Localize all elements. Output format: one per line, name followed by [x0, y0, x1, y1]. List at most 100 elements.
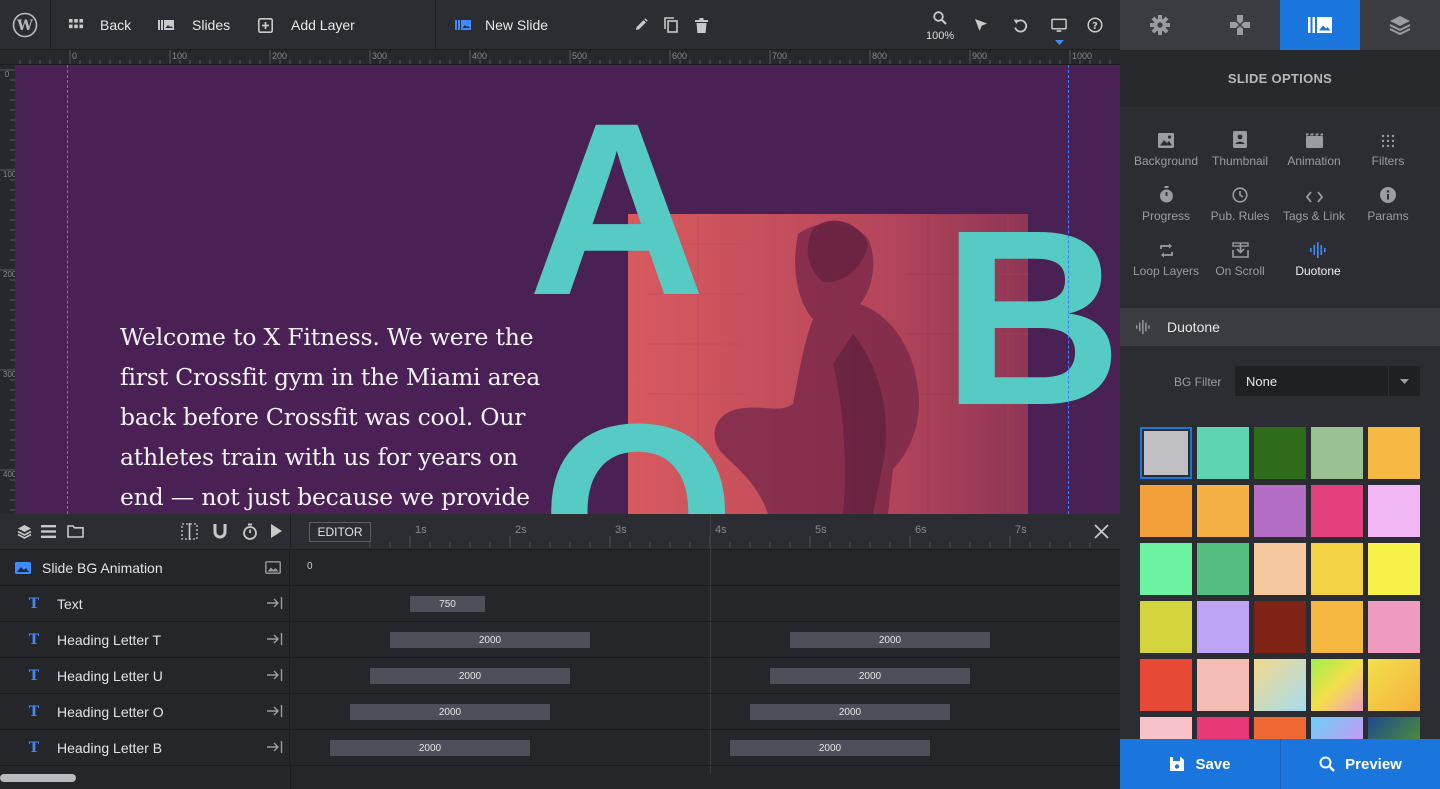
- save-button[interactable]: Save: [1120, 739, 1280, 789]
- duotone-swatch[interactable]: [1140, 601, 1192, 653]
- back-button[interactable]: Back: [68, 0, 131, 50]
- duotone-swatch[interactable]: [1140, 427, 1192, 479]
- jump-to-icon[interactable]: [267, 705, 283, 717]
- option-on-scroll[interactable]: On Scroll: [1203, 236, 1277, 286]
- duotone-swatch[interactable]: [1368, 717, 1420, 739]
- welcome-text-layer[interactable]: Welcome to X Fitness. We were the first …: [120, 317, 550, 514]
- help-button[interactable]: ?: [1087, 0, 1103, 50]
- duotone-swatch[interactable]: [1368, 485, 1420, 537]
- timeline-row-heading-letter-t[interactable]: T Heading Letter T 2000 2000: [0, 622, 1120, 658]
- rename-slide-button[interactable]: [633, 0, 649, 50]
- tab-layers[interactable]: [1360, 0, 1440, 50]
- layers-icon: [17, 525, 32, 539]
- folder-button[interactable]: [67, 524, 84, 538]
- option-label: Loop Layers: [1132, 264, 1200, 278]
- option-progress[interactable]: Progress: [1129, 181, 1203, 231]
- jump-to-icon[interactable]: [267, 741, 283, 753]
- slide-icon: [455, 17, 471, 33]
- tab-slide-options[interactable]: [1280, 0, 1360, 50]
- select-tool-button[interactable]: [973, 0, 989, 50]
- duotone-swatch[interactable]: [1368, 659, 1420, 711]
- slides-button[interactable]: Slides: [158, 0, 230, 50]
- duotone-swatch[interactable]: [1140, 717, 1192, 739]
- option-tags-link[interactable]: Tags & Link: [1277, 181, 1351, 231]
- animation-in-bar[interactable]: 2000: [390, 632, 590, 648]
- heading-letter-o[interactable]: O: [541, 387, 735, 515]
- option-background[interactable]: Background: [1129, 126, 1203, 176]
- jump-to-icon[interactable]: [267, 597, 283, 609]
- duotone-swatch[interactable]: [1254, 543, 1306, 595]
- close-timeline-button[interactable]: [1093, 523, 1110, 540]
- duotone-swatch[interactable]: [1140, 659, 1192, 711]
- bg-filter-select[interactable]: None: [1235, 366, 1420, 396]
- list-view-button[interactable]: [41, 525, 56, 538]
- duotone-swatch[interactable]: [1311, 717, 1363, 739]
- bg-filter-label: BG Filter: [1174, 375, 1222, 389]
- option-filters[interactable]: Filters: [1351, 126, 1425, 176]
- speed-button[interactable]: [242, 523, 258, 540]
- heading-letter-a[interactable]: A: [528, 87, 706, 333]
- duotone-swatch[interactable]: [1311, 659, 1363, 711]
- duotone-swatch[interactable]: [1311, 543, 1363, 595]
- duotone-swatch[interactable]: [1311, 485, 1363, 537]
- animation-out-bar[interactable]: 2000: [750, 704, 950, 720]
- timeline-row-heading-letter-o[interactable]: T Heading Letter O 2000 2000: [0, 694, 1120, 730]
- duotone-swatch[interactable]: [1197, 543, 1249, 595]
- split-view-button[interactable]: [181, 523, 198, 540]
- timeline-row-slide-bg[interactable]: Slide BG Animation 0: [0, 550, 1120, 586]
- duotone-section-header[interactable]: Duotone: [1120, 308, 1440, 346]
- duotone-swatch[interactable]: [1197, 717, 1249, 739]
- layers-toggle-button[interactable]: [17, 524, 32, 539]
- add-layer-button[interactable]: Add Layer: [257, 0, 355, 50]
- timeline-horizontal-scrollbar[interactable]: [0, 774, 76, 782]
- heading-letter-b[interactable]: B: [942, 193, 1120, 443]
- duotone-swatch[interactable]: [1197, 485, 1249, 537]
- duotone-swatch[interactable]: [1368, 543, 1420, 595]
- wordpress-logo-button[interactable]: W: [12, 0, 38, 50]
- option-thumbnail[interactable]: Thumbnail: [1203, 126, 1277, 176]
- tab-navigation[interactable]: [1200, 0, 1280, 50]
- option-animation[interactable]: Animation: [1277, 126, 1351, 176]
- duotone-swatch[interactable]: [1197, 659, 1249, 711]
- bg-image-icon[interactable]: [265, 561, 281, 574]
- timeline-row-heading-letter-u[interactable]: T Heading Letter U 2000 2000: [0, 658, 1120, 694]
- animation-out-bar[interactable]: 2000: [730, 740, 930, 756]
- duotone-swatch[interactable]: [1197, 427, 1249, 479]
- preview-button[interactable]: Preview: [1280, 739, 1440, 789]
- animation-out-bar[interactable]: 2000: [790, 632, 990, 648]
- slide-canvas[interactable]: A B O Welcome to X Fitness. We were the …: [15, 65, 1120, 514]
- duotone-swatch[interactable]: [1254, 717, 1306, 739]
- option-params[interactable]: Params: [1351, 181, 1425, 231]
- animation-bar[interactable]: 750: [410, 596, 485, 612]
- current-slide-selector[interactable]: New Slide: [455, 0, 548, 50]
- timeline-row-heading-letter-b[interactable]: T Heading Letter B 2000 2000: [0, 730, 1120, 766]
- option-loop-layers[interactable]: Loop Layers: [1129, 236, 1203, 286]
- animation-in-bar[interactable]: 2000: [370, 668, 570, 684]
- time-tick-label: 7s: [1015, 524, 1027, 536]
- duotone-swatch[interactable]: [1311, 427, 1363, 479]
- duotone-swatch[interactable]: [1254, 659, 1306, 711]
- animation-in-bar[interactable]: 2000: [350, 704, 550, 720]
- delete-slide-button[interactable]: [693, 0, 709, 50]
- duotone-swatch[interactable]: [1254, 601, 1306, 653]
- jump-to-icon[interactable]: [267, 633, 283, 645]
- tab-general-settings[interactable]: [1120, 0, 1200, 50]
- animation-in-bar[interactable]: 2000: [330, 740, 530, 756]
- undo-button[interactable]: [1012, 0, 1028, 50]
- duotone-swatch[interactable]: [1140, 543, 1192, 595]
- duotone-swatch[interactable]: [1197, 601, 1249, 653]
- duotone-swatch[interactable]: [1368, 601, 1420, 653]
- option-duotone[interactable]: Duotone: [1281, 236, 1355, 286]
- animation-out-bar[interactable]: 2000: [770, 668, 970, 684]
- duplicate-slide-button[interactable]: [663, 0, 679, 50]
- jump-to-icon[interactable]: [267, 669, 283, 681]
- duotone-swatch[interactable]: [1368, 427, 1420, 479]
- option-pub-rules[interactable]: Pub. Rules: [1203, 181, 1277, 231]
- timeline-row-text[interactable]: T Text 750: [0, 586, 1120, 622]
- duotone-swatch[interactable]: [1311, 601, 1363, 653]
- snap-button[interactable]: [212, 523, 228, 540]
- duotone-swatch[interactable]: [1254, 485, 1306, 537]
- duotone-swatch[interactable]: [1254, 427, 1306, 479]
- play-button[interactable]: [271, 524, 282, 538]
- duotone-swatch[interactable]: [1140, 485, 1192, 537]
